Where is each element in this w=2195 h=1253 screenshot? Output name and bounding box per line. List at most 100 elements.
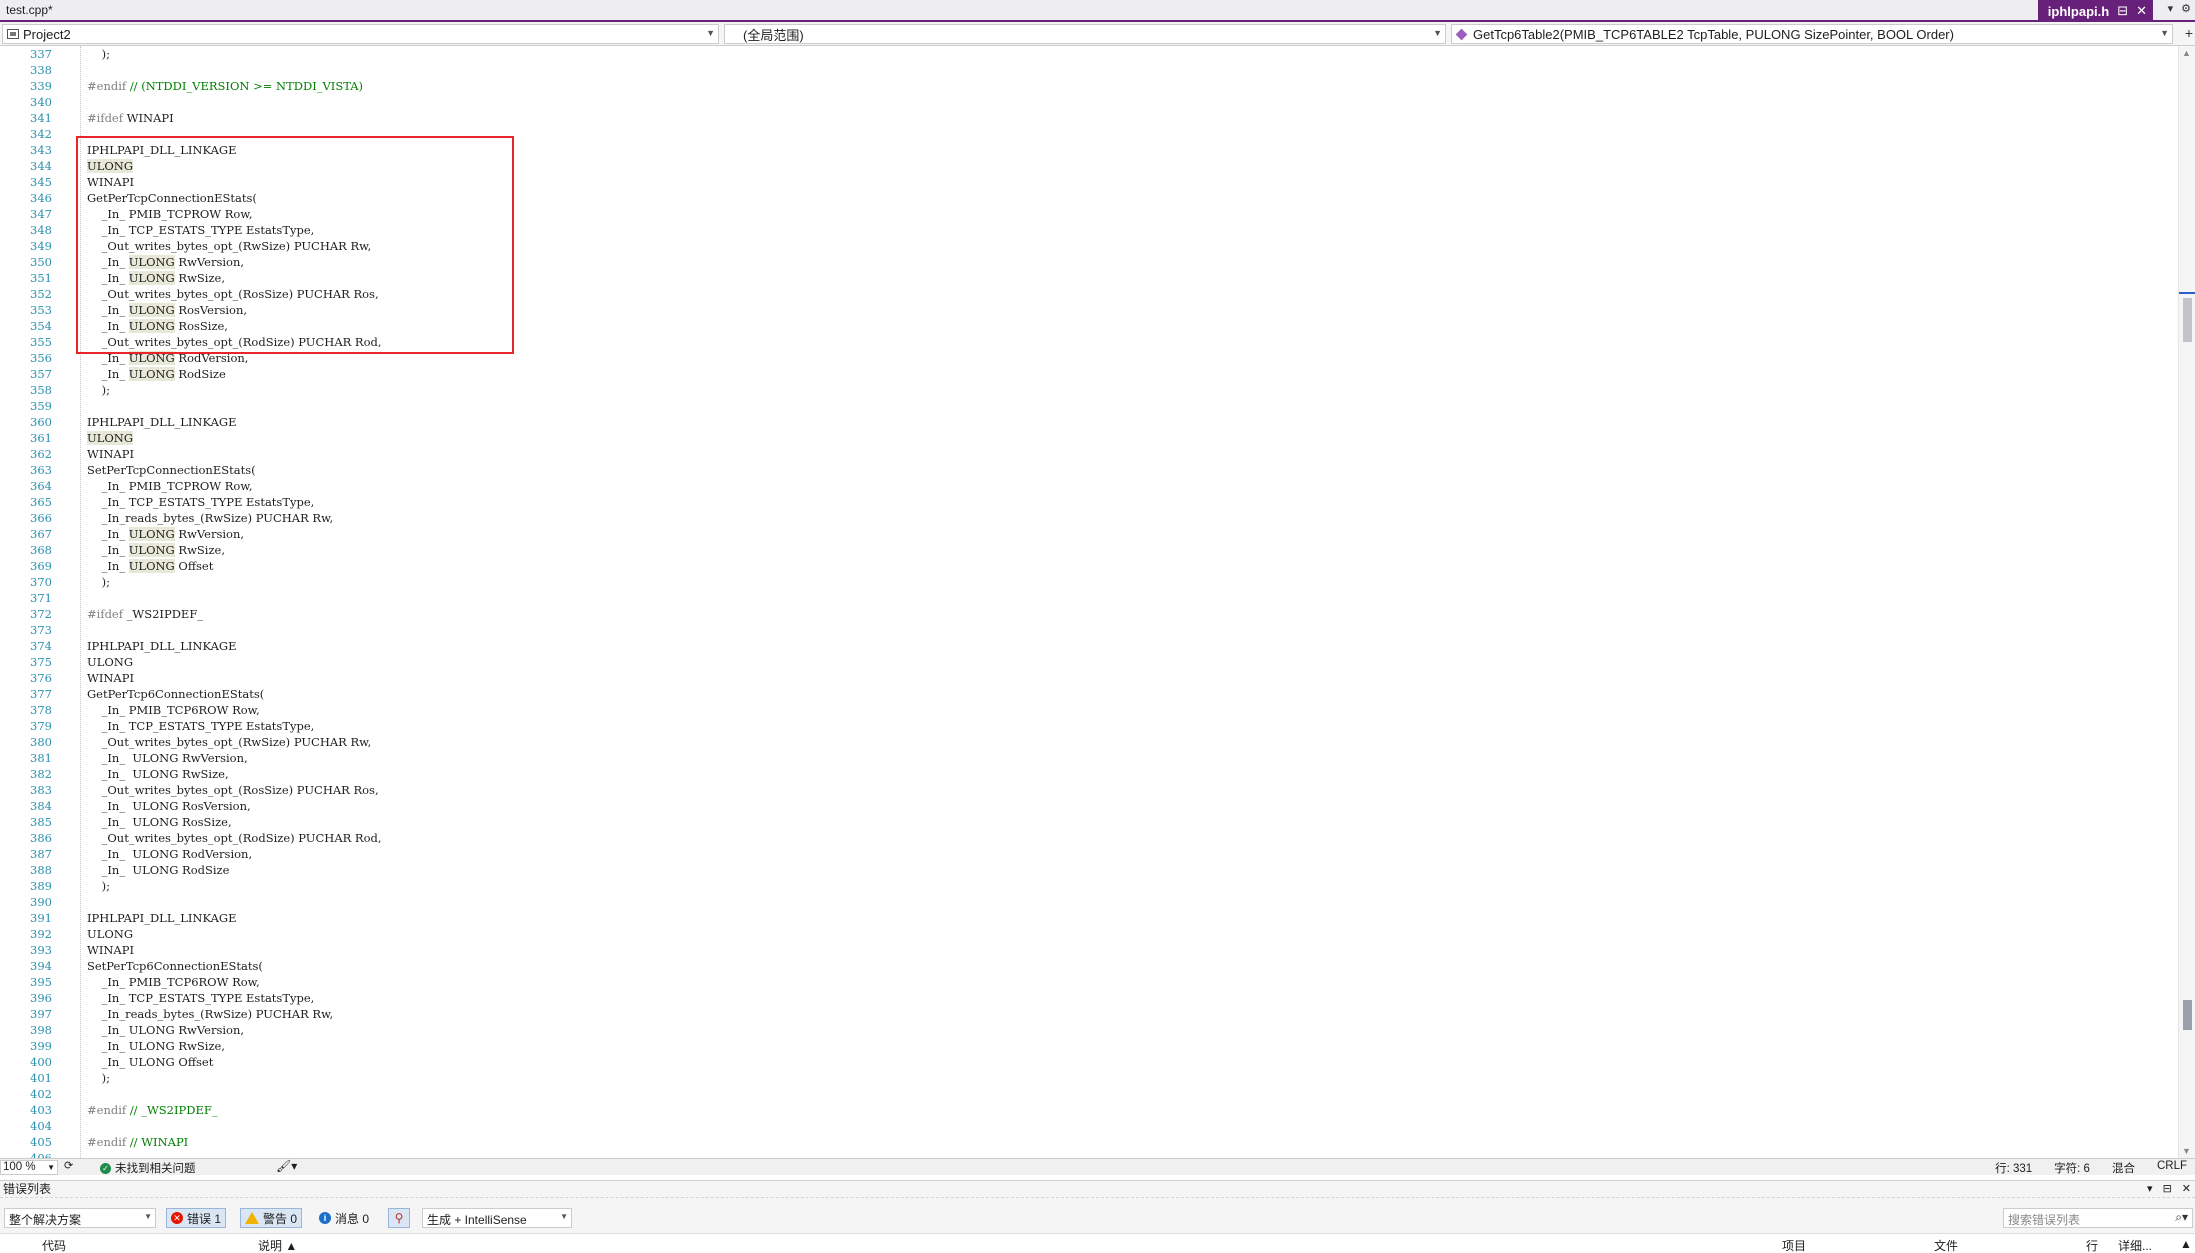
code-line[interactable]: _In_ ULONG RwVersion,: [87, 1022, 244, 1038]
code-line[interactable]: _In_ ULONG RodVersion,: [87, 846, 253, 862]
project-dropdown[interactable]: Project2 ▼: [2, 24, 719, 44]
code-line[interactable]: _In_ ULONG RosVersion,: [87, 302, 247, 318]
column-detail[interactable]: 详细...: [2118, 1237, 2152, 1253]
code-line[interactable]: SetPerTcpConnectionEStats(: [87, 462, 256, 478]
code-line[interactable]: #endif // WINAPI: [87, 1134, 188, 1150]
scroll-thumb[interactable]: [2183, 298, 2192, 342]
code-line[interactable]: IPHLPAPI_DLL_LINKAGE: [87, 142, 236, 158]
code-line[interactable]: WINAPI: [87, 942, 134, 958]
messages-filter-button[interactable]: i 消息 0: [314, 1208, 374, 1228]
code-line[interactable]: _In_ TCP_ESTATS_TYPE EstatsType,: [87, 222, 315, 238]
scroll-down-icon[interactable]: ▼: [2182, 1146, 2191, 1156]
code-line[interactable]: SetPerTcp6ConnectionEStats(: [87, 958, 263, 974]
column-description[interactable]: 说明 ▲: [258, 1237, 297, 1253]
vertical-scrollbar[interactable]: ▲ ▼: [2178, 46, 2195, 1158]
pin-icon[interactable]: ⊟: [2117, 3, 2128, 19]
code-line[interactable]: _In_ ULONG RodVersion,: [87, 350, 248, 366]
code-line[interactable]: GetPerTcp6ConnectionEStats(: [87, 686, 264, 702]
code-line[interactable]: _In_ ULONG RwVersion,: [87, 526, 244, 542]
code-line[interactable]: _In_ PMIB_TCP6ROW Row,: [87, 974, 260, 990]
code-line[interactable]: #endif // (NTDDI_VERSION >= NTDDI_VISTA): [87, 78, 363, 94]
errors-filter-button[interactable]: ✕ 错误 1: [166, 1208, 227, 1228]
code-line[interactable]: ULONG: [87, 654, 133, 670]
close-icon[interactable]: ✕: [2182, 1181, 2191, 1197]
code-line[interactable]: _In_ ULONG Offset: [87, 558, 213, 574]
filter-icon[interactable]: ⚲: [388, 1208, 410, 1228]
member-dropdown[interactable]: GetTcp6Table2(PMIB_TCP6TABLE2 TcpTable, …: [1451, 24, 2173, 44]
column-code[interactable]: 代码: [42, 1237, 66, 1253]
code-line[interactable]: _In_ ULONG Offset: [87, 1054, 214, 1070]
zoom-dropdown[interactable]: 100 % ▼: [0, 1160, 58, 1175]
code-line[interactable]: WINAPI: [87, 446, 134, 462]
code-line[interactable]: _Out_writes_bytes_opt_(RosSize) PUCHAR R…: [87, 286, 379, 302]
code-line[interactable]: );: [87, 574, 110, 590]
code-line[interactable]: _In_ ULONG RwVersion,: [87, 750, 248, 766]
tab-test-cpp[interactable]: test.cpp*: [0, 0, 59, 20]
code-line[interactable]: _In_ PMIB_TCP6ROW Row,: [87, 702, 260, 718]
code-line[interactable]: _Out_writes_bytes_opt_(RodSize) PUCHAR R…: [87, 830, 382, 846]
code-line[interactable]: _In_reads_bytes_(RwSize) PUCHAR Rw,: [87, 510, 334, 526]
code-line[interactable]: ULONG: [87, 158, 134, 174]
char-number-status[interactable]: 字符: 6: [2054, 1160, 2090, 1176]
chevron-down-icon[interactable]: ▾: [2147, 1181, 2153, 1197]
column-project[interactable]: 项目: [1782, 1237, 1806, 1253]
code-line[interactable]: _In_ PMIB_TCPROW Row,: [87, 206, 253, 222]
scope-dropdown[interactable]: (全局范围) ▼: [724, 24, 1446, 44]
code-line[interactable]: _Out_writes_bytes_opt_(RwSize) PUCHAR Rw…: [87, 238, 372, 254]
issues-indicator[interactable]: ✓ 未找到相关问题: [100, 1160, 196, 1176]
build-source-dropdown[interactable]: 生成 + IntelliSense ▼: [422, 1208, 572, 1228]
live-share-icon[interactable]: ⟳: [64, 1159, 73, 1172]
code-line[interactable]: #endif // _WS2IPDEF_: [87, 1102, 218, 1118]
code-line[interactable]: _In_ TCP_ESTATS_TYPE EstatsType,: [87, 718, 315, 734]
code-line[interactable]: );: [87, 878, 110, 894]
scope-filter-dropdown[interactable]: 整个解决方案 ▼: [4, 1208, 156, 1228]
scroll-up-icon[interactable]: ▲: [2182, 48, 2191, 58]
code-line[interactable]: _Out_writes_bytes_opt_(RodSize) PUCHAR R…: [87, 334, 382, 350]
code-line[interactable]: GetPerTcpConnectionEStats(: [87, 190, 257, 206]
code-editor[interactable]: 337 338 339 340 341 342 343 344 345 346 347 348 349 3…: [0, 46, 2195, 1158]
code-line[interactable]: _Out_writes_bytes_opt_(RosSize) PUCHAR R…: [87, 782, 379, 798]
column-line[interactable]: 行: [2086, 1237, 2098, 1253]
code-line[interactable]: IPHLPAPI_DLL_LINKAGE: [87, 910, 236, 926]
code-line[interactable]: _In_ ULONG RwSize,: [87, 1038, 225, 1054]
code-line[interactable]: WINAPI: [87, 670, 134, 686]
pin-icon[interactable]: ⊟: [2163, 1181, 2172, 1197]
whitespace-mode[interactable]: 混合: [2112, 1160, 2135, 1176]
tab-iphlpapi-h[interactable]: iphlpapi.h ⊟ ✕: [2037, 0, 2153, 20]
code-line[interactable]: ULONG: [87, 430, 134, 446]
code-line[interactable]: );: [87, 46, 110, 62]
code-line[interactable]: IPHLPAPI_DLL_LINKAGE: [87, 638, 236, 654]
code-line[interactable]: _In_ ULONG RwSize,: [87, 542, 225, 558]
code-line[interactable]: #ifdef _WS2IPDEF_: [87, 606, 203, 622]
code-line[interactable]: );: [87, 382, 110, 398]
code-line[interactable]: _In_reads_bytes_(RwSize) PUCHAR Rw,: [87, 1006, 334, 1022]
tab-overflow-icon[interactable]: ▾: [2168, 2, 2174, 15]
scroll-up-icon[interactable]: ▲: [2180, 1237, 2192, 1251]
code-line[interactable]: _Out_writes_bytes_opt_(RwSize) PUCHAR Rw…: [87, 734, 372, 750]
warnings-filter-button[interactable]: 警告 0: [240, 1208, 303, 1228]
error-search-input[interactable]: 搜索错误列表 ⌕▾: [2003, 1208, 2193, 1228]
code-line[interactable]: _In_ TCP_ESTATS_TYPE EstatsType,: [87, 494, 315, 510]
code-line[interactable]: _In_ ULONG RosSize,: [87, 814, 232, 830]
code-text-area[interactable]: ); #endif // (NTDDI_VERSION >= NTDDI_VIST…: [87, 46, 2087, 1158]
close-icon[interactable]: ✕: [2136, 3, 2147, 19]
code-line[interactable]: _In_ ULONG RosSize,: [87, 318, 228, 334]
line-ending[interactable]: CRLF: [2157, 1160, 2187, 1176]
code-line[interactable]: ULONG: [87, 926, 133, 942]
code-line[interactable]: _In_ ULONG RodSize: [87, 366, 226, 382]
code-cleanup-icon[interactable]: 🖌▾: [276, 1159, 297, 1173]
code-line[interactable]: );: [87, 1070, 110, 1086]
code-line[interactable]: WINAPI: [87, 174, 134, 190]
code-line[interactable]: _In_ ULONG RodSize: [87, 862, 230, 878]
code-line[interactable]: _In_ ULONG RwVersion,: [87, 254, 244, 270]
line-number-status[interactable]: 行: 331: [1995, 1160, 2032, 1176]
code-line[interactable]: _In_ ULONG RwSize,: [87, 766, 229, 782]
code-line[interactable]: _In_ ULONG RwSize,: [87, 270, 225, 286]
code-line[interactable]: _In_ ULONG RosVersion,: [87, 798, 251, 814]
column-file[interactable]: 文件: [1934, 1237, 1958, 1253]
code-line[interactable]: IPHLPAPI_DLL_LINKAGE: [87, 414, 236, 430]
code-line[interactable]: #ifdef WINAPI: [87, 110, 174, 126]
code-line[interactable]: _In_ TCP_ESTATS_TYPE EstatsType,: [87, 990, 315, 1006]
code-line[interactable]: _In_ PMIB_TCPROW Row,: [87, 478, 253, 494]
split-add-icon[interactable]: +: [2185, 25, 2193, 41]
